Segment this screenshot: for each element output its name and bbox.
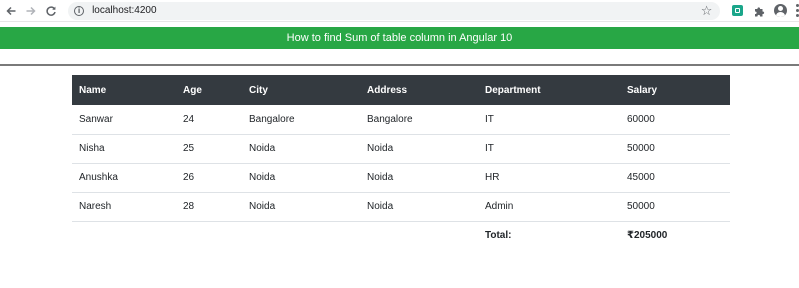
table-row: Naresh 28 Noida Noida Admin 50000 — [72, 192, 730, 222]
table-total-row: Total: ₹205000 — [72, 221, 730, 250]
table-row: Sanwar 24 Bangalore Bangalore IT 60000 — [72, 105, 730, 135]
page-banner: How to find Sum of table column in Angul… — [0, 27, 799, 49]
address-bar[interactable]: i localhost:4200 ☆ — [68, 1, 721, 20]
back-arrow-icon[interactable] — [2, 2, 20, 20]
cell-department: Admin — [478, 192, 620, 222]
extension-icon[interactable] — [732, 5, 744, 16]
total-label: Total: — [485, 230, 512, 242]
puzzle-icon[interactable] — [753, 5, 765, 17]
cell-city: Noida — [242, 192, 360, 222]
cell-city: Bangalore — [242, 105, 360, 135]
browser-toolbar: i localhost:4200 ☆ — [0, 0, 799, 22]
cell-department: IT — [478, 134, 620, 164]
table-header-row: Name Age City Address Department Salary — [72, 75, 730, 105]
column-header-city: City — [242, 75, 360, 105]
cell-name: Anushka — [72, 163, 176, 193]
cell-city: Noida — [242, 163, 360, 193]
divider — [0, 64, 799, 66]
cell-city: Noida — [242, 134, 360, 164]
cell-department: IT — [478, 105, 620, 135]
star-icon[interactable]: ☆ — [701, 3, 713, 19]
info-icon[interactable]: i — [74, 5, 85, 16]
cell-age: 26 — [176, 163, 242, 193]
cell-name: Naresh — [72, 192, 176, 222]
url-text: localhost:4200 — [92, 5, 157, 16]
cell-age: 25 — [176, 134, 242, 164]
column-header-salary: Salary — [620, 75, 730, 105]
cell-name: Nisha — [72, 134, 176, 164]
cell-address: Noida — [360, 192, 478, 222]
profile-icon[interactable] — [774, 4, 788, 17]
column-header-name: Name — [72, 75, 176, 105]
total-value: ₹205000 — [627, 230, 668, 242]
column-header-age: Age — [176, 75, 242, 105]
column-header-department: Department — [478, 75, 620, 105]
employee-table: Name Age City Address Department Salary … — [72, 75, 730, 250]
reload-icon[interactable] — [42, 2, 60, 20]
cell-address: Noida — [360, 163, 478, 193]
cell-salary: 50000 — [620, 192, 730, 222]
forward-arrow-icon[interactable] — [22, 2, 40, 20]
banner-title: How to find Sum of table column in Angul… — [286, 32, 513, 44]
column-header-address: Address — [360, 75, 478, 105]
cell-salary: 60000 — [620, 105, 730, 135]
cell-department: HR — [478, 163, 620, 193]
cell-salary: 45000 — [620, 163, 730, 193]
table-row: Nisha 25 Noida Noida IT 50000 — [72, 134, 730, 164]
cell-salary: 50000 — [620, 134, 730, 164]
cell-address: Noida — [360, 134, 478, 164]
cell-age: 28 — [176, 192, 242, 222]
cell-address: Bangalore — [360, 105, 478, 135]
cell-age: 24 — [176, 105, 242, 135]
cell-name: Sanwar — [72, 105, 176, 135]
table-row: Anushka 26 Noida Noida HR 45000 — [72, 163, 730, 193]
